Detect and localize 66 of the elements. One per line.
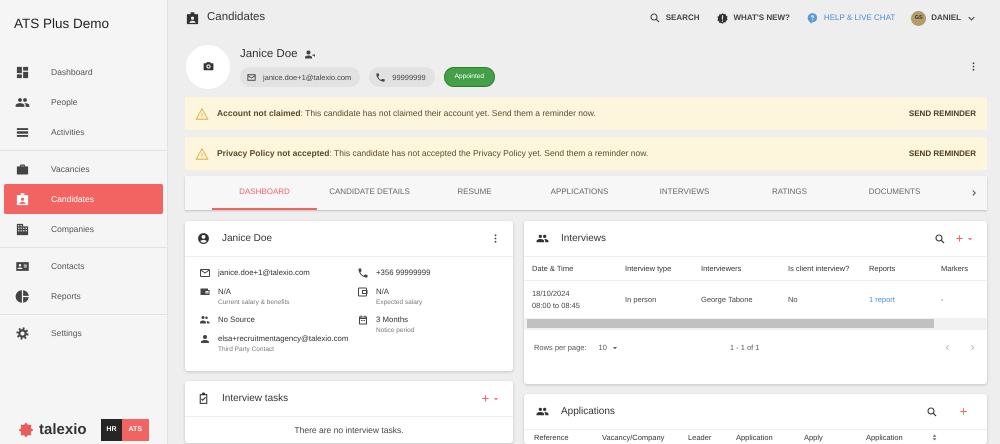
brand-logo: talexio: [39, 420, 87, 440]
clipboard-check-icon: [197, 392, 210, 405]
sidebar-item[interactable]: Reports: [4, 281, 163, 311]
people-icon: [536, 232, 549, 245]
search-link[interactable]: SEARCH: [648, 12, 700, 24]
page-title: Candidates: [207, 10, 266, 26]
tab[interactable]: RESUME: [422, 176, 527, 210]
search-icon[interactable]: [926, 406, 938, 418]
sidebar-item[interactable]: Companies: [4, 214, 163, 244]
app-title: ATS Plus Demo: [14, 16, 110, 31]
mail-icon: [246, 72, 257, 83]
phone-icon: [375, 72, 386, 83]
sidebar-item[interactable]: People: [4, 87, 163, 117]
sidebar-item[interactable]: Contacts: [4, 251, 163, 281]
contact-book-icon: [185, 10, 200, 26]
briefcase-icon: [15, 162, 30, 176]
help-bubble-icon: [806, 12, 819, 24]
sidebar-item[interactable]: Dashboard: [4, 57, 163, 87]
add-menu-button[interactable]: [480, 393, 501, 404]
email-icon: [199, 267, 211, 279]
scrollbar[interactable]: [524, 318, 987, 330]
sort-icon[interactable]: [930, 433, 939, 442]
send-reminder-button[interactable]: SEND REMINDER: [908, 148, 976, 160]
alert-message: Privacy Policy not accepted: This candidate has not accepted the Privacy Policy yet. Send them a reminder now.: [217, 147, 648, 160]
empty-message: There are no interview tasks.: [294, 425, 404, 435]
dashboard-icon: [15, 64, 30, 80]
add-menu-button[interactable]: [954, 233, 975, 244]
sidebar-item[interactable]: Vacancies: [4, 154, 163, 184]
tab[interactable]: DOCUMENTS: [842, 176, 947, 210]
sidebar-item[interactable]: Activities: [4, 117, 163, 147]
wallet-icon: [357, 286, 369, 298]
tab[interactable]: CANDIDATE DETAILS: [317, 176, 422, 210]
people-icon: [536, 405, 549, 418]
settings-icon: [15, 326, 30, 340]
alert-message: Account not claimed: This candidate has not claimed their account yet. Send them a reminder now.: [217, 107, 596, 120]
search-icon[interactable]: [934, 232, 946, 244]
person-icon: [199, 333, 211, 346]
account-key-icon: [304, 48, 316, 60]
logo-icon: [17, 420, 35, 439]
camera-icon: [202, 60, 214, 73]
tab[interactable]: INTERVIEWS: [632, 176, 737, 210]
tab[interactable]: RATINGS: [737, 176, 842, 210]
whats-new-link[interactable]: WHAT'S NEW?: [716, 12, 790, 24]
wallet-icon: [199, 286, 211, 298]
id-badge-icon: [15, 192, 30, 206]
card-title: Janice Doe: [222, 232, 272, 246]
warning-icon: [195, 106, 209, 120]
card-title: Applications: [561, 405, 615, 419]
pie-chart-icon: [15, 288, 30, 304]
people-icon: [199, 314, 211, 326]
search-icon: [648, 12, 661, 24]
send-reminder-button[interactable]: SEND REMINDER: [908, 108, 976, 120]
photo-placeholder[interactable]: [186, 44, 230, 88]
tab[interactable]: APPLICATIONS: [527, 176, 632, 210]
building-icon: [15, 222, 30, 236]
card-title: Interviews: [561, 232, 606, 246]
sidebar-item[interactable]: Settings: [4, 318, 163, 348]
warning-icon: [195, 146, 209, 160]
card-title: Interview tasks: [222, 392, 288, 406]
add-icon[interactable]: [958, 406, 969, 417]
plus-icon: [954, 233, 965, 244]
alert-badge-icon: [716, 12, 728, 24]
candidate-name: Janice Doe: [240, 46, 298, 62]
calendar-icon: [357, 314, 369, 326]
phone-icon: [357, 267, 369, 279]
plus-icon: [480, 393, 491, 404]
